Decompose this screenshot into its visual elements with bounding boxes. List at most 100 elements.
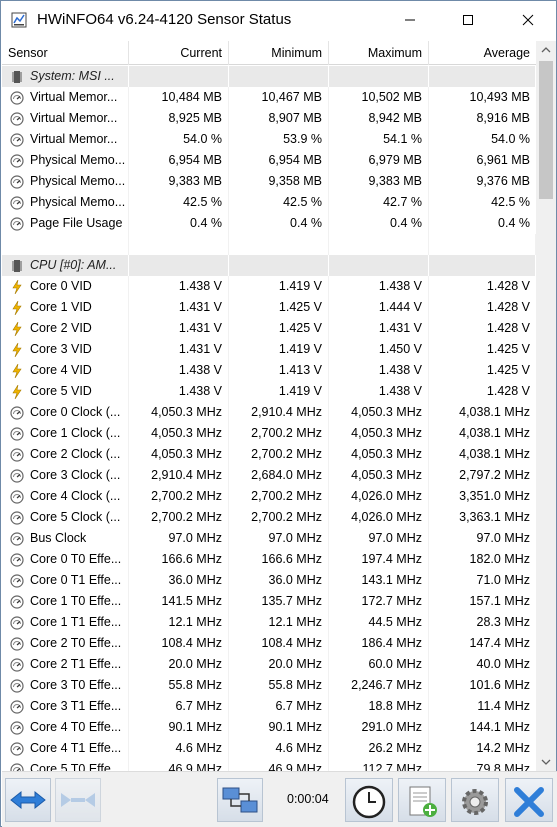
table-row[interactable]: Core 4 T1 Effe... 4.6 MHz 4.6 MHz 26.2 MHz 1… (2, 738, 536, 759)
minimum-value: 55.8 MHz (229, 675, 329, 696)
sensor-name-cell: Core 2 T0 Effe... (2, 633, 129, 654)
table-row[interactable]: Core 3 VID 1.431 V 1.419 V 1.450 V 1.425 V (2, 339, 536, 360)
sensor-name-cell: Core 0 T1 Effe... (2, 570, 129, 591)
maximum-value: 197.4 MHz (329, 549, 429, 570)
group-name-cell: System: MSI ... (2, 66, 129, 87)
minimum-value: 2,684.0 MHz (229, 465, 329, 486)
sensor-name: Core 0 T1 Effe... (30, 573, 122, 587)
average-value: 9,376 MB (476, 174, 530, 188)
minimum-value: 53.9 % (229, 129, 329, 150)
close-window-button[interactable] (505, 1, 551, 39)
table-row[interactable]: Core 5 T0 Effe... 46.9 MHz 46.9 MHz 112.7 M… (2, 759, 536, 771)
current-value: 6,954 MB (129, 150, 229, 171)
table-row[interactable]: Core 5 Clock (... 2,700.2 MHz 2,700.2 MHz 4… (2, 507, 536, 528)
table-row[interactable]: Physical Memo... 9,383 MB 9,358 MB 9,383 MB… (2, 171, 536, 192)
sensor-name: Core 3 VID (30, 342, 92, 356)
scroll-up-icon[interactable] (536, 41, 556, 59)
maximize-button[interactable] (445, 1, 491, 39)
network-button[interactable] (217, 778, 263, 822)
expand-columns-button[interactable] (5, 778, 51, 822)
title-bar[interactable]: HWiNFO64 v6.24-4120 Sensor Status (1, 1, 556, 39)
maximum-value: 42.7 % (329, 192, 429, 213)
table-row[interactable]: Core 0 T0 Effe... 166.6 MHz 166.6 MHz 197.4… (2, 549, 536, 570)
table-row[interactable]: Core 5 VID 1.438 V 1.419 V 1.438 V 1.428 V (2, 381, 536, 402)
minimum-value: 108.4 MHz (229, 633, 329, 654)
column-header-current[interactable]: Current (129, 41, 229, 65)
minimum-value: 0.4 % (229, 213, 329, 234)
table-row[interactable]: Core 1 Clock (... 4,050.3 MHz 2,700.2 MHz 4… (2, 423, 536, 444)
sensor-name-cell: Core 4 Clock (... (2, 486, 129, 507)
settings-button[interactable] (451, 778, 499, 822)
table-row[interactable]: Virtual Memor... 8,925 MB 8,907 MB 8,942 MB… (2, 108, 536, 129)
current-value: 2,910.4 MHz (129, 465, 229, 486)
table-row[interactable]: Core 1 T1 Effe... 12.1 MHz 12.1 MHz 44.5 MH… (2, 612, 536, 633)
gauge-icon (10, 153, 24, 168)
current-value: 0.4 % (129, 213, 229, 234)
table-row[interactable]: Core 3 Clock (... 2,910.4 MHz 2,684.0 MHz 4… (2, 465, 536, 486)
table-row[interactable]: Core 3 T1 Effe... 6.7 MHz 6.7 MHz 18.8 MHz 1… (2, 696, 536, 717)
table-row[interactable]: Core 4 Clock (... 2,700.2 MHz 2,700.2 MHz 4… (2, 486, 536, 507)
table-row[interactable]: Core 3 T0 Effe... 55.8 MHz 55.8 MHz 2,246.7… (2, 675, 536, 696)
table-row[interactable]: Physical Memo... 6,954 MB 6,954 MB 6,979 MB… (2, 150, 536, 171)
minimum-value: 1.425 V (229, 318, 329, 339)
minimum-value: 2,700.2 MHz (229, 486, 329, 507)
table-row[interactable]: Core 2 Clock (... 4,050.3 MHz 2,700.2 MHz 4… (2, 444, 536, 465)
sensor-group-row[interactable]: CPU [#0]: AM... (2, 255, 536, 276)
table-row[interactable]: Core 0 VID 1.438 V 1.419 V 1.438 V 1.428 V (2, 276, 536, 297)
sensor-grid[interactable]: Sensor Current Minimum Maximum Average S… (2, 41, 536, 771)
minimum-value: 2,700.2 MHz (229, 423, 329, 444)
gauge-icon (10, 174, 24, 189)
sensor-name: Core 2 VID (30, 321, 92, 335)
scrollbar-thumb[interactable] (539, 61, 553, 199)
table-row[interactable]: Core 4 VID 1.438 V 1.413 V 1.438 V 1.425 V (2, 360, 536, 381)
empty-cell (129, 255, 229, 276)
gauge-icon (10, 90, 24, 105)
sensor-name-cell: Core 1 Clock (... (2, 423, 129, 444)
minimize-button[interactable] (387, 1, 433, 39)
table-row[interactable]: Physical Memo... 42.5 % 42.5 % 42.7 % 42.5 % (2, 192, 536, 213)
table-row[interactable]: Page File Usage 0.4 % 0.4 % 0.4 % 0.4 % (2, 213, 536, 234)
table-row[interactable]: Core 1 T0 Effe... 141.5 MHz 135.7 MHz 172.7… (2, 591, 536, 612)
sensor-name: Core 0 T0 Effe... (30, 552, 122, 566)
average-value: 144.1 MHz (469, 720, 530, 734)
sensor-name: Physical Memo... (30, 195, 126, 209)
minimum-value: 12.1 MHz (229, 612, 329, 633)
gauge-icon (10, 741, 24, 756)
table-row[interactable]: Core 2 T0 Effe... 108.4 MHz 108.4 MHz 186.4… (2, 633, 536, 654)
current-value: 1.438 V (129, 276, 229, 297)
table-row[interactable]: Core 1 VID 1.431 V 1.425 V 1.444 V 1.428 V (2, 297, 536, 318)
sensor-group-row[interactable]: System: MSI ... (2, 66, 536, 87)
empty-cell (429, 66, 536, 87)
current-value: 1.438 V (129, 381, 229, 402)
column-header-average[interactable]: Average (429, 41, 536, 65)
table-row[interactable]: Virtual Memor... 54.0 % 53.9 % 54.1 % 54.0 % (2, 129, 536, 150)
current-value: 4,050.3 MHz (129, 423, 229, 444)
gauge-icon (10, 594, 24, 609)
sensor-name-cell: Physical Memo... (2, 150, 129, 171)
column-header-sensor[interactable]: Sensor (2, 41, 129, 65)
table-row[interactable]: Core 0 Clock (... 4,050.3 MHz 2,910.4 MHz 4… (2, 402, 536, 423)
collapse-columns-button[interactable] (55, 778, 101, 822)
table-row[interactable]: Core 2 T1 Effe... 20.0 MHz 20.0 MHz 60.0 MH… (2, 654, 536, 675)
maximum-value: 291.0 MHz (329, 717, 429, 738)
exit-button[interactable] (505, 778, 553, 822)
table-row[interactable]: Core 4 T0 Effe... 90.1 MHz 90.1 MHz 291.0 M… (2, 717, 536, 738)
column-header-maximum[interactable]: Maximum (329, 41, 429, 65)
logging-button[interactable] (398, 778, 446, 822)
average-value: 157.1 MHz (469, 594, 530, 608)
close-x-icon (514, 787, 544, 817)
empty-cell (129, 234, 229, 255)
window-title: HWiNFO64 v6.24-4120 Sensor Status (37, 11, 292, 28)
network-icon (222, 787, 258, 813)
table-row[interactable]: Core 0 T1 Effe... 36.0 MHz 36.0 MHz 143.1 M… (2, 570, 536, 591)
clock-button[interactable] (345, 778, 393, 822)
maximum-value: 1.438 V (329, 360, 429, 381)
table-row[interactable]: Bus Clock 97.0 MHz 97.0 MHz 97.0 MHz 97.0 MH… (2, 528, 536, 549)
table-row[interactable]: Core 2 VID 1.431 V 1.425 V 1.431 V 1.428 V (2, 318, 536, 339)
table-row[interactable]: Virtual Memor... 10,484 MB 10,467 MB 10,502… (2, 87, 536, 108)
vertical-scrollbar[interactable] (536, 41, 556, 771)
current-value: 8,925 MB (129, 108, 229, 129)
scroll-down-icon[interactable] (536, 753, 556, 771)
column-header-minimum[interactable]: Minimum (229, 41, 329, 65)
sensor-name-cell: Bus Clock (2, 528, 129, 549)
